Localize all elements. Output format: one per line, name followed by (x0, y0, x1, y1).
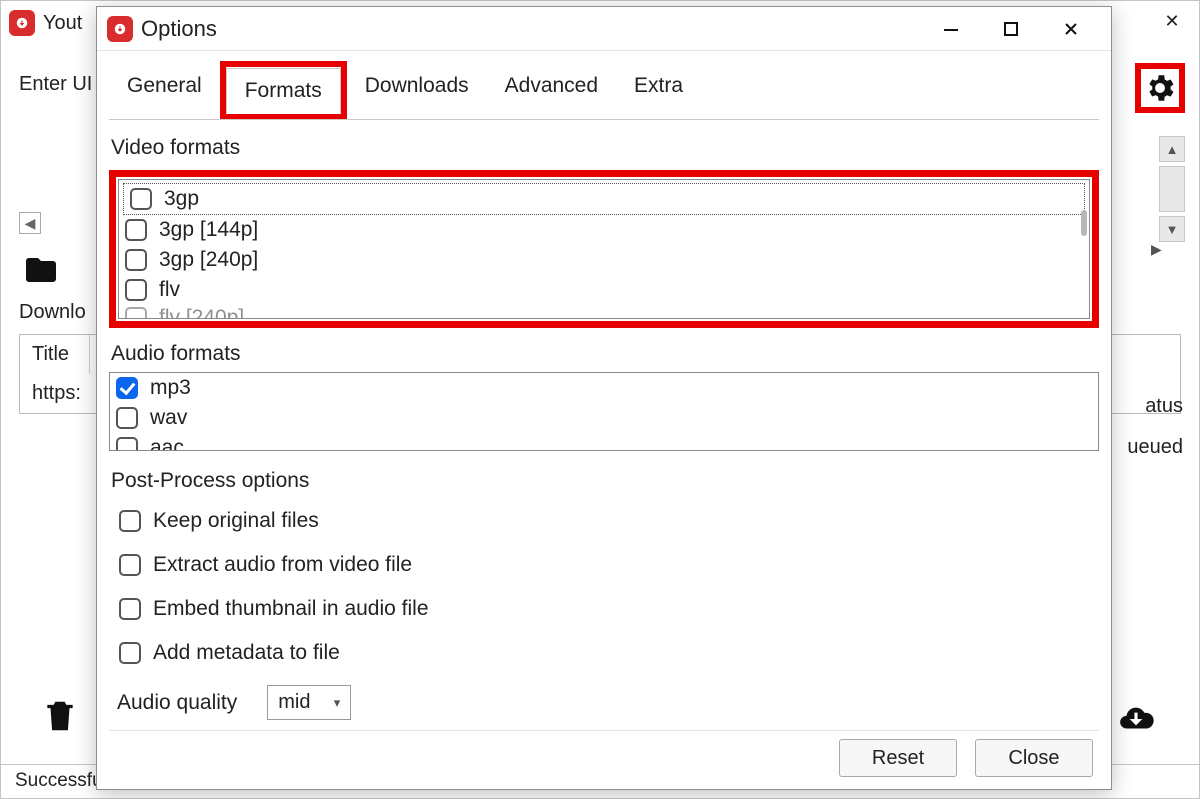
tab-bar: General Formats Downloads Advanced Extra (109, 63, 1099, 120)
tab-advanced[interactable]: Advanced (487, 64, 616, 120)
checkbox[interactable] (130, 188, 152, 210)
dialog-app-icon (107, 16, 133, 42)
dialog-title: Options (141, 16, 217, 42)
row-status: ueued (1127, 436, 1183, 459)
list-item[interactable]: flv (119, 275, 1089, 305)
pp-label: Embed thumbnail in audio file (153, 597, 429, 621)
checkbox[interactable] (125, 249, 147, 271)
main-title: Yout (43, 12, 82, 35)
scroll-left-icon[interactable]: ◀ (19, 212, 41, 234)
checkbox[interactable] (119, 642, 141, 664)
col-status: atus (1145, 395, 1183, 418)
list-item[interactable]: flv [240p] (119, 303, 1089, 319)
list-item[interactable]: 3gp (124, 184, 1084, 214)
video-formats-label: Video formats (111, 136, 1097, 160)
cloud-download-icon[interactable] (1113, 700, 1159, 743)
post-process-label: Post-Process options (111, 469, 1097, 493)
close-dialog-button[interactable]: Close (975, 739, 1093, 777)
options-dialog: Options General Formats Downloads Advanc… (96, 6, 1112, 790)
list-item-label: flv [240p] (159, 306, 244, 319)
checkbox[interactable] (119, 510, 141, 532)
audio-quality-label: Audio quality (117, 691, 237, 715)
checkbox[interactable] (116, 407, 138, 429)
video-formats-list[interactable]: 3gp 3gp [144p] 3gp [240p] flv flv (118, 179, 1090, 319)
minimize-button[interactable] (921, 11, 981, 47)
list-item-label: 3gp [240p] (159, 248, 258, 272)
checkbox[interactable] (119, 554, 141, 576)
list-item-label: 3gp (164, 187, 199, 211)
col-title: Title (20, 335, 90, 374)
video-formats-highlight: 3gp 3gp [144p] 3gp [240p] flv flv (109, 170, 1099, 328)
close-button-label: Close (1008, 747, 1059, 770)
audio-quality-value: mid (278, 691, 310, 714)
embed-thumbnail-checkbox[interactable]: Embed thumbnail in audio file (109, 587, 1099, 631)
list-item-label: aac (150, 436, 184, 451)
checkbox[interactable] (116, 377, 138, 399)
list-item[interactable]: wav (110, 403, 1098, 433)
tab-formats[interactable]: Formats (226, 68, 341, 114)
extract-audio-checkbox[interactable]: Extract audio from video file (109, 543, 1099, 587)
chevron-down-icon: ▾ (334, 695, 341, 711)
add-metadata-checkbox[interactable]: Add metadata to file (109, 631, 1099, 675)
list-item[interactable]: 3gp [240p] (119, 245, 1089, 275)
keep-original-checkbox[interactable]: Keep original files (109, 499, 1099, 543)
trash-icon[interactable] (41, 694, 79, 743)
checkbox[interactable] (116, 437, 138, 451)
app-icon (9, 10, 35, 36)
checkbox[interactable] (125, 279, 147, 301)
tab-formats-highlight: Formats (220, 61, 347, 119)
audio-quality-row: Audio quality mid ▾ (109, 675, 1099, 730)
tab-extra[interactable]: Extra (616, 64, 701, 120)
pp-label: Add metadata to file (153, 641, 340, 665)
audio-formats-label: Audio formats (111, 342, 1097, 366)
reset-button-label: Reset (872, 747, 924, 770)
audio-quality-select[interactable]: mid ▾ (267, 685, 351, 720)
list-item[interactable]: mp3 (110, 373, 1098, 403)
pp-label: Keep original files (153, 509, 319, 533)
list-item[interactable]: 3gp [144p] (119, 215, 1089, 245)
checkbox[interactable] (125, 307, 147, 319)
status-text: Successfu (15, 770, 103, 791)
tab-downloads[interactable]: Downloads (347, 64, 487, 120)
maximize-button[interactable] (981, 11, 1041, 47)
reset-button[interactable]: Reset (839, 739, 957, 777)
list-item-label: mp3 (150, 376, 191, 400)
dialog-titlebar[interactable]: Options (97, 7, 1111, 51)
tab-general[interactable]: General (109, 64, 220, 120)
list-item-label: 3gp [144p] (159, 218, 258, 242)
checkbox[interactable] (125, 219, 147, 241)
list-item[interactable]: aac (110, 433, 1098, 451)
pp-label: Extract audio from video file (153, 553, 412, 577)
checkbox[interactable] (119, 598, 141, 620)
list-item-label: flv (159, 278, 180, 302)
main-close-icon[interactable]: ✕ (1153, 5, 1191, 37)
list-item-label: wav (150, 406, 187, 430)
close-button[interactable] (1041, 11, 1101, 47)
audio-formats-list[interactable]: mp3 wav aac (109, 372, 1099, 451)
inner-scrollbar[interactable] (1081, 210, 1087, 236)
